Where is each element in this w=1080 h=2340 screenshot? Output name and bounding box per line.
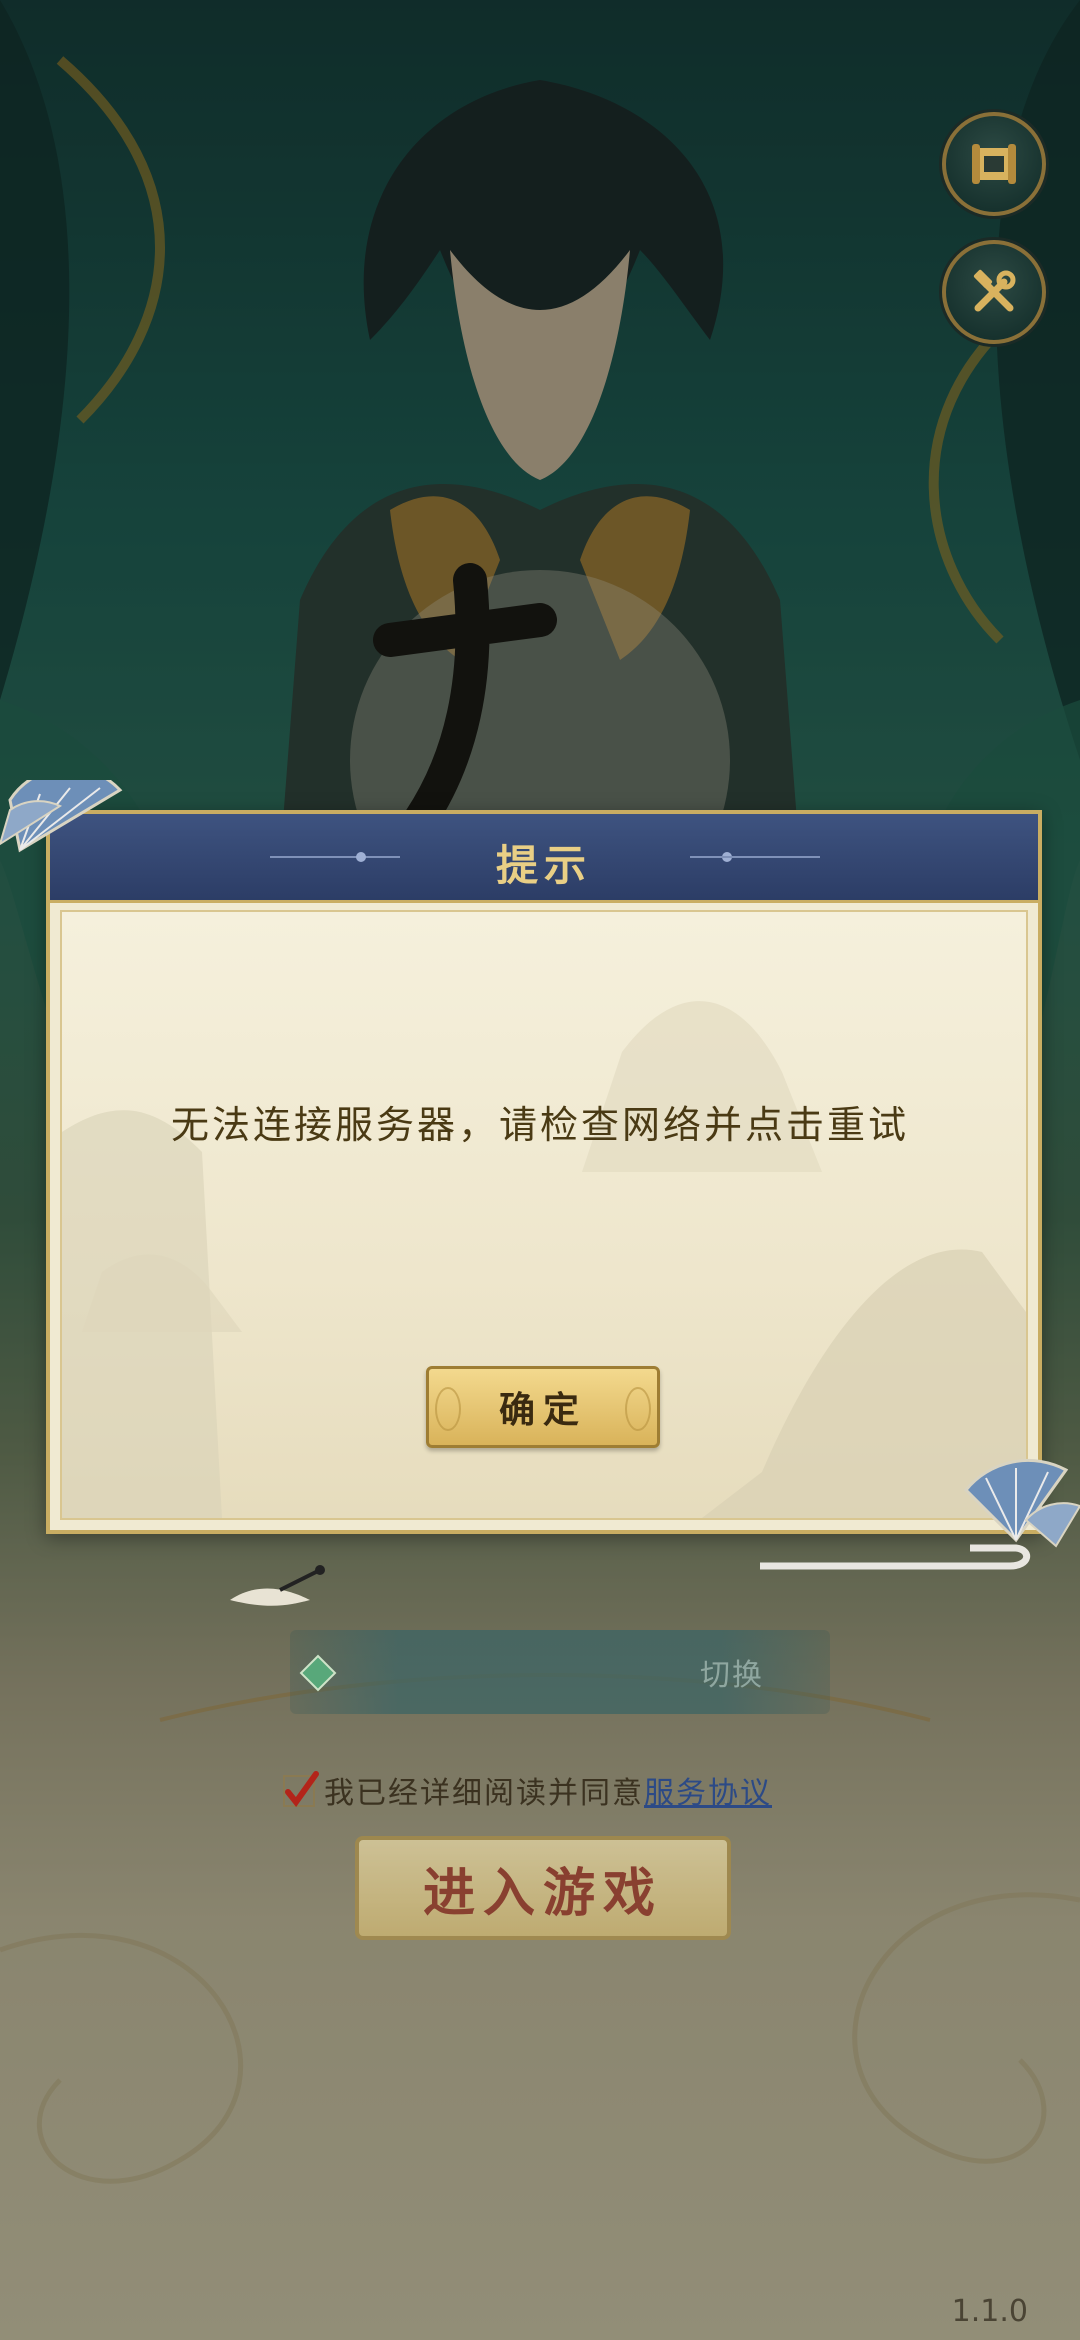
dialog-header: 提示	[50, 814, 1038, 903]
enter-game-label: 进入游戏	[422, 1862, 663, 1924]
swirl-left-icon	[435, 1387, 461, 1431]
tools-icon	[973, 269, 1016, 312]
login-screen: 切换 我已经详细阅读并同意 服务协议 进入游戏 1.1.0 提示 无法连接服务器…	[0, 0, 1080, 2340]
announcement-button[interactable]	[942, 112, 1046, 216]
agreement-text: 我已经详细阅读并同意	[324, 1776, 644, 1811]
dialog-title: 提示	[495, 841, 592, 890]
switch-server-button[interactable]: 切换	[700, 1650, 764, 1694]
confirm-button[interactable]: 确定	[426, 1366, 660, 1448]
dialog-message: 无法连接服务器，请检查网络并点击重试	[170, 1103, 909, 1147]
scroll-icon	[972, 144, 1016, 184]
version-label: 1.1.0	[951, 2294, 1028, 2329]
repair-button[interactable]	[942, 240, 1046, 344]
crane-icon	[230, 1565, 325, 1606]
swirl-right-icon	[625, 1387, 651, 1431]
agreement-row: 我已经详细阅读并同意 服务协议	[280, 1765, 772, 1815]
confirm-label: 确定	[498, 1389, 587, 1431]
checkmark-icon	[283, 1771, 319, 1807]
fan-decoration-top-left	[0, 780, 123, 853]
cloud-swirl-decoration	[760, 1544, 1030, 1570]
fan-decoration-bottom-right	[963, 1458, 1080, 1548]
enter-game-button[interactable]: 进入游戏	[355, 1836, 731, 1940]
agreement-checkbox[interactable]	[280, 1770, 320, 1810]
service-agreement-link[interactable]: 服务协议	[644, 1768, 772, 1812]
